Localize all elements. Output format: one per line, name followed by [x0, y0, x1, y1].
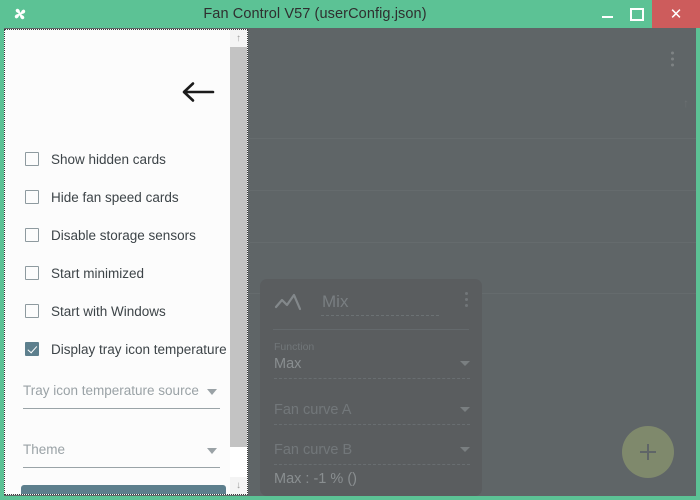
- dropdown-placeholder: Theme: [23, 442, 66, 457]
- checkbox[interactable]: [25, 304, 39, 318]
- setting-disable-storage-sensors[interactable]: Disable storage sensors: [25, 216, 225, 254]
- mix-card-header: Mix: [260, 279, 482, 325]
- setting-display-tray-icon-temperature[interactable]: Display tray icon temperature: [25, 330, 227, 368]
- title-bar: Fan Control V57 (userConfig.json) ✕: [0, 0, 700, 28]
- fan-curve-a-dropdown[interactable]: Fan curve A: [274, 401, 470, 425]
- checkbox-label: Start with Windows: [51, 303, 166, 319]
- field-underline: [274, 378, 470, 379]
- scroll-up-icon[interactable]: ↑: [683, 96, 689, 110]
- mix-card-title: Mix: [322, 292, 349, 311]
- checkbox[interactable]: [25, 190, 39, 204]
- close-button[interactable]: ✕: [652, 0, 700, 28]
- plus-icon-vertical: [647, 444, 649, 460]
- chevron-down-icon: [460, 361, 470, 366]
- checkbox-label: Hide fan speed cards: [51, 189, 179, 205]
- curve-chart-icon: [273, 291, 303, 313]
- scrollbar-thumb[interactable]: [230, 47, 247, 447]
- settings-panel: Show hidden cards Hide fan speed cards D…: [4, 29, 248, 495]
- chevron-down-icon: [207, 448, 217, 454]
- dropdown-placeholder: Tray icon temperature source: [23, 383, 199, 398]
- fan-icon: [0, 0, 40, 28]
- setting-start-with-windows[interactable]: Start with Windows: [25, 292, 225, 330]
- fan-curve-b-value: Fan curve B: [274, 442, 353, 458]
- tray-icon-temperature-source-dropdown[interactable]: Tray icon temperature source: [23, 382, 220, 409]
- theme-colors-button[interactable]: Theme colors: [21, 485, 226, 495]
- application-window: Fan Control ↑ Mix: [0, 0, 700, 500]
- arrow-down-icon[interactable]: ↓: [230, 477, 247, 494]
- kebab-menu-icon[interactable]: [671, 51, 674, 67]
- window-controls: ✕: [592, 0, 700, 28]
- mix-name-underline: [321, 315, 439, 316]
- setting-hide-fan-speed-cards[interactable]: Hide fan speed cards: [25, 178, 225, 216]
- settings-scrollbar[interactable]: ↑ ↓: [230, 30, 247, 494]
- minimize-icon: [601, 16, 613, 18]
- maximize-icon: [630, 7, 644, 21]
- maximize-button[interactable]: [622, 0, 652, 28]
- checkbox-label: Start minimized: [51, 265, 145, 281]
- checkbox[interactable]: [25, 228, 39, 242]
- setting-start-minimized[interactable]: Start minimized: [25, 254, 225, 292]
- mix-card-status: Max : -1 % (): [274, 471, 357, 487]
- chevron-down-icon: [207, 389, 217, 395]
- fan-curve-b-dropdown[interactable]: Fan curve B: [274, 441, 470, 465]
- function-dropdown-value: Max: [274, 356, 302, 372]
- arrow-up-icon[interactable]: ↑: [230, 30, 247, 47]
- checkbox[interactable]: [25, 342, 39, 356]
- fan-curve-a-value: Fan curve A: [274, 402, 352, 418]
- function-label: Function: [274, 341, 315, 353]
- field-underline: [274, 424, 470, 425]
- add-card-button[interactable]: [622, 426, 674, 478]
- theme-colors-label: Theme colors: [78, 494, 169, 495]
- chevron-down-icon: [460, 407, 470, 412]
- checkbox-label: Display tray icon temperature: [51, 341, 227, 357]
- checkbox-label: Disable storage sensors: [51, 227, 196, 243]
- settings-checkbox-list: Show hidden cards Hide fan speed cards D…: [25, 140, 227, 368]
- checkbox[interactable]: [25, 266, 39, 280]
- setting-show-hidden-cards[interactable]: Show hidden cards: [25, 140, 225, 178]
- checkbox-label: Show hidden cards: [51, 151, 166, 167]
- chevron-down-icon: [460, 447, 470, 452]
- checkbox[interactable]: [25, 152, 39, 166]
- theme-dropdown[interactable]: Theme: [23, 441, 220, 468]
- back-arrow-icon[interactable]: [180, 80, 216, 104]
- minimize-button[interactable]: [592, 0, 622, 28]
- field-underline: [274, 464, 470, 465]
- close-icon: ✕: [669, 6, 683, 23]
- kebab-menu-icon[interactable]: [465, 292, 468, 307]
- function-dropdown[interactable]: Max: [274, 355, 470, 379]
- mix-card[interactable]: Mix Function Max Fan curve A Fan curve B…: [260, 279, 482, 496]
- mix-card-separator: [273, 329, 469, 330]
